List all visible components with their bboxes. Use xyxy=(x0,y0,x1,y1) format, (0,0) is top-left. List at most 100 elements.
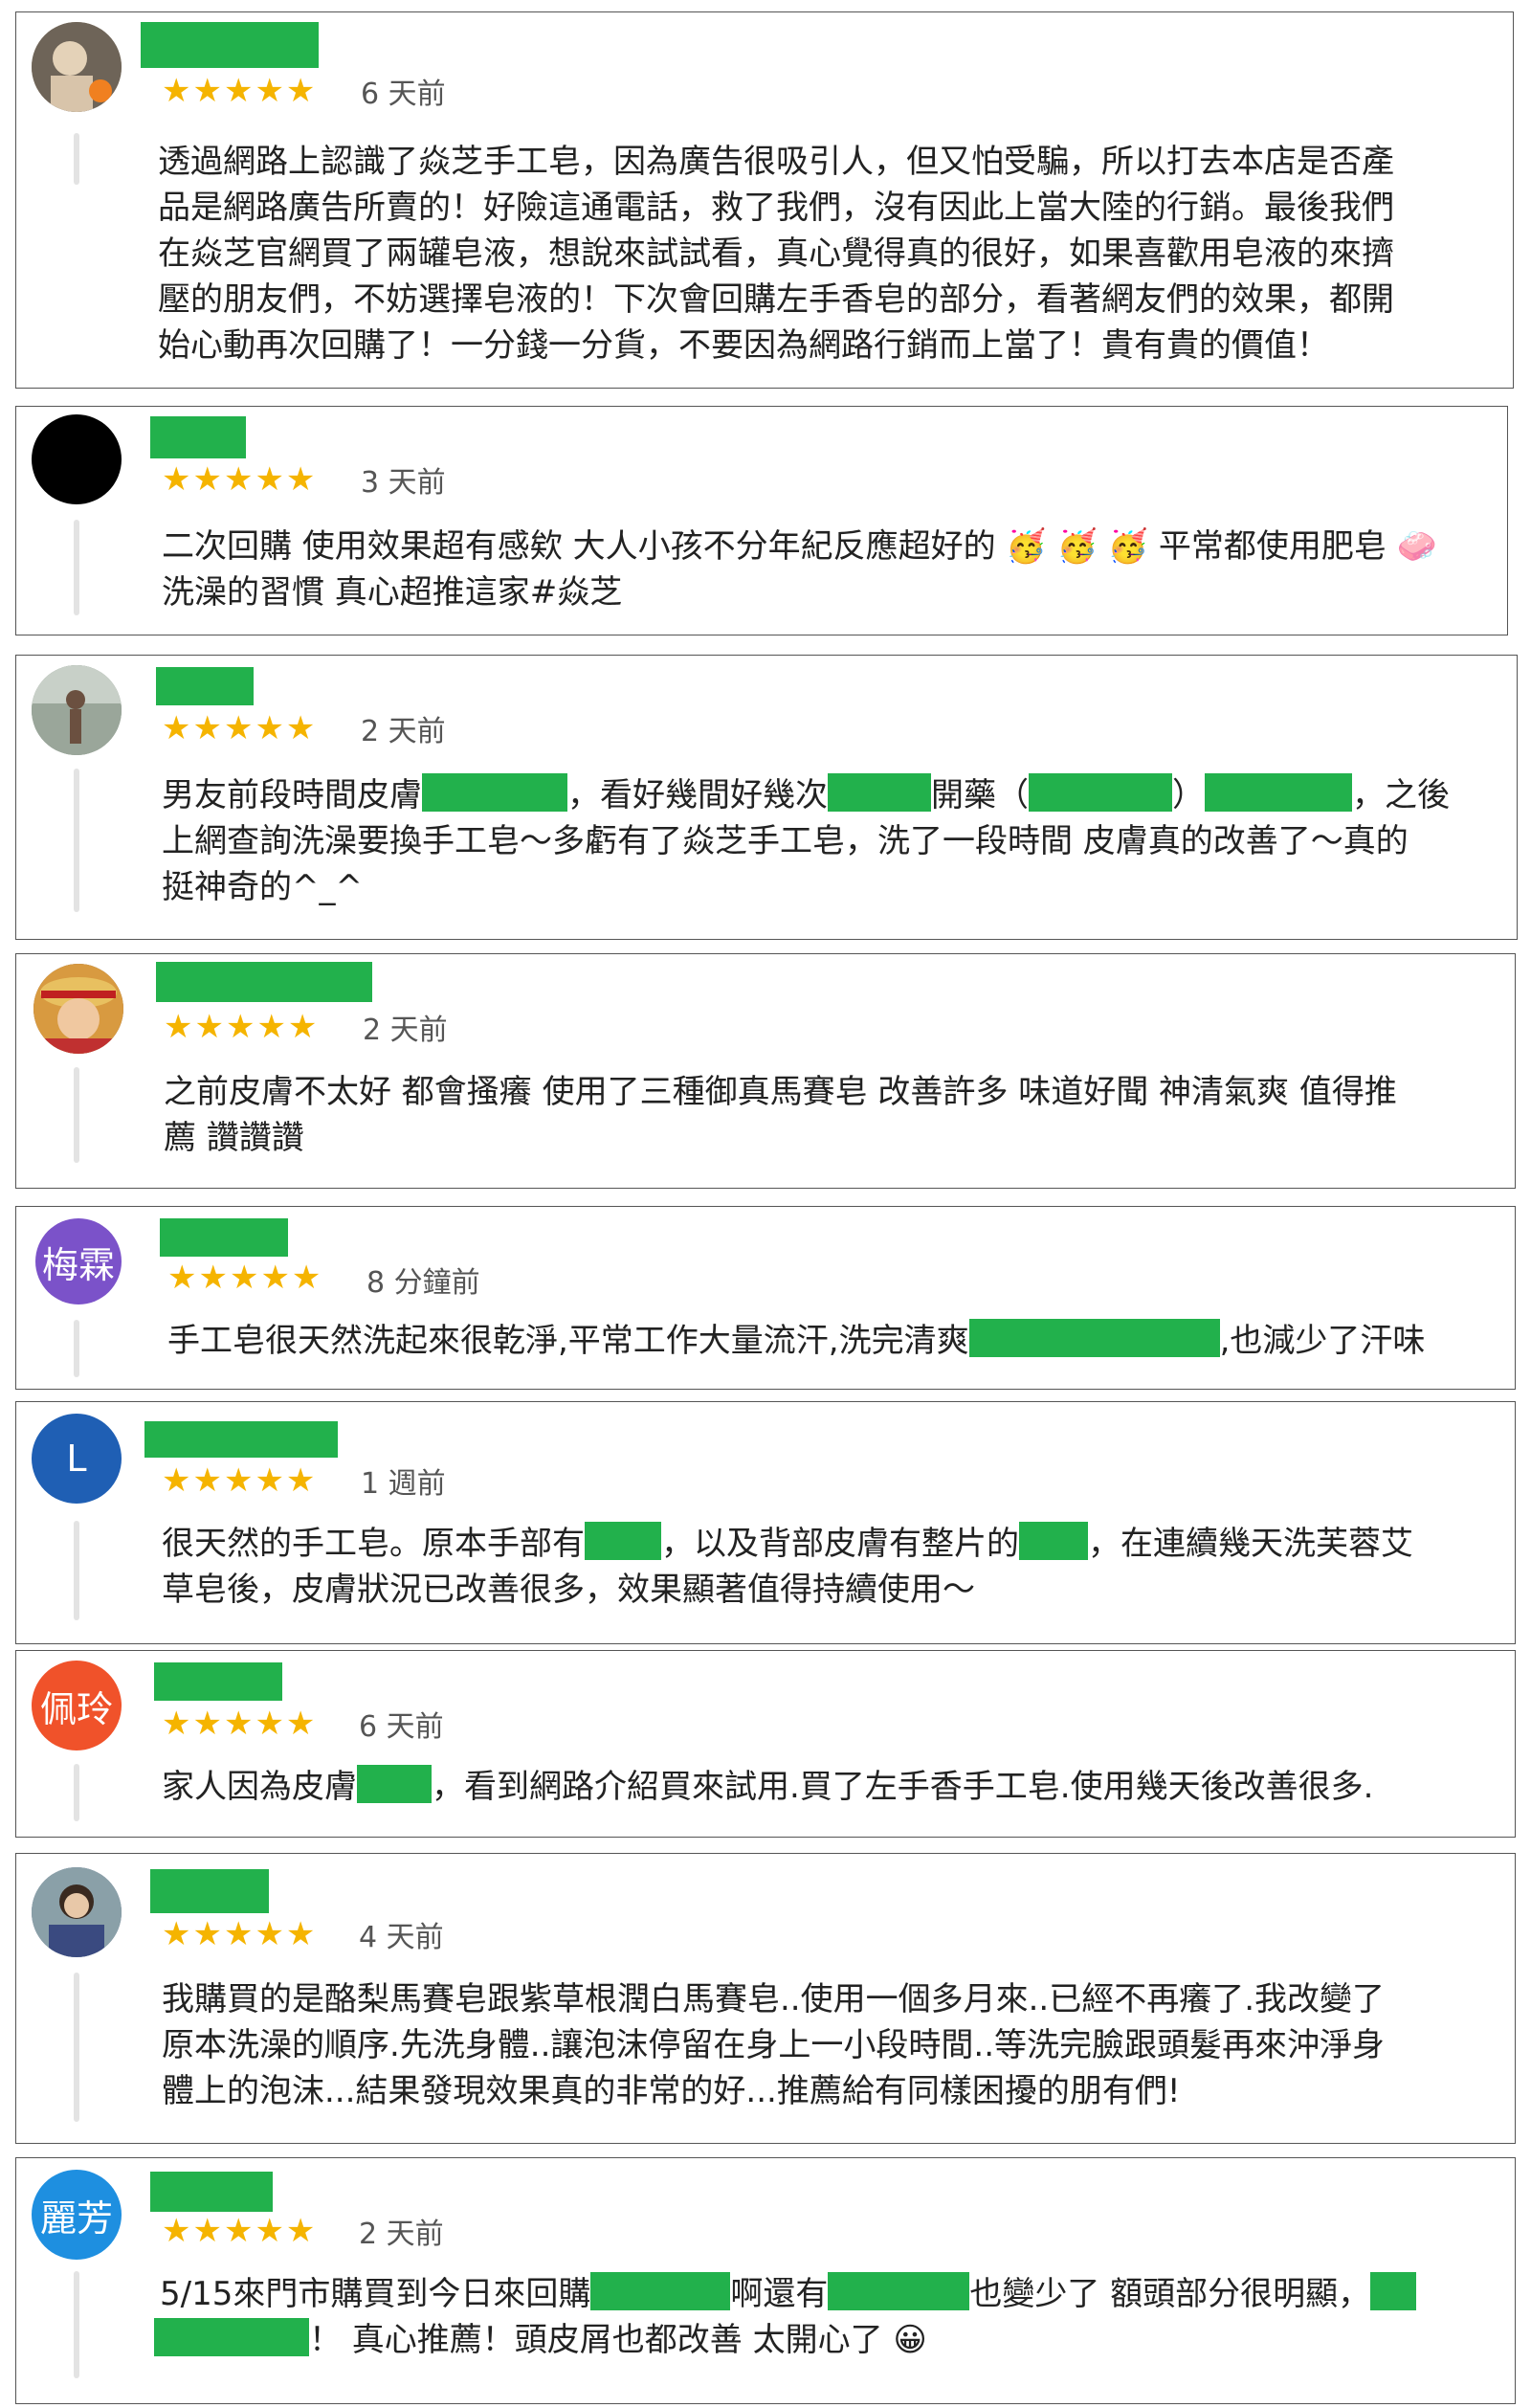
redacted-text xyxy=(1029,773,1172,812)
text-segment: ，以及背部皮膚有整片的 xyxy=(661,1525,1019,1563)
avatar-initials: L xyxy=(66,1438,87,1480)
review-card: ★★★★★ 6 天前 透過網路上認識了焱芝手工皂，因為廣告很吸引人，但又怕受騙，… xyxy=(15,11,1514,389)
review-card: ★★★★★ 2 天前 男友前段時間皮膚 ，看好幾間好幾次 開藥（ ） ，之後 上網查詢洗… xyxy=(15,655,1518,940)
text-line: ！ 真心推薦！頭皮屑也都改善 太開心了 😀 xyxy=(154,2317,1505,2363)
review-card: 佩玲 ★★★★★ 6 天前 家人因為皮膚 ，看到網路介紹買來試用.買了左手香手工皂… xyxy=(15,1650,1516,1838)
review-time: 2 天前 xyxy=(359,2218,444,2251)
thread-line xyxy=(74,769,79,912)
text-line: 上網查詢洗澡要換手工皂～多虧有了焱芝手工皂，洗了一段時間 皮膚真的改善了～真的 xyxy=(162,822,1409,860)
text-segment: ！ 真心推薦！頭皮屑也都改善 太開心了 😀 xyxy=(309,2321,927,2359)
review-text: 二次回購 使用效果超有感欸 大人小孩不分年紀反應超好的 🥳 🥳 🥳 平常都使用肥… xyxy=(162,524,1498,615)
redacted-text xyxy=(422,773,567,812)
review-time: 8 分鐘前 xyxy=(366,1266,480,1300)
text-segment: ，在連續幾天洗芙蓉艾 xyxy=(1088,1525,1413,1563)
thread-line xyxy=(74,1521,79,1620)
thread-line xyxy=(74,1320,79,1377)
review-text: 家人因為皮膚 ，看到網路介紹買來試用.買了左手香手工皂.使用幾天後改善很多. xyxy=(162,1764,1505,1810)
redacted-text xyxy=(154,2318,309,2356)
review-text: 5/15來門市購買到今日來回購 啊還有 也變少了 額頭部分很明顯， ！ 真心推薦！頭… xyxy=(154,2271,1505,2363)
star-rating: ★★★★★ xyxy=(162,460,318,499)
avatar[interactable]: L xyxy=(32,1414,122,1504)
review-text: 我購買的是酪梨馬賽皂跟紫草根潤白馬賽皂..使用一個多月來..已經不再癢了.我改變… xyxy=(162,1976,1505,2114)
redacted-text xyxy=(968,1319,1220,1357)
review-time: 6 天前 xyxy=(361,78,446,111)
text-line: 在焱芝官網買了兩罐皂液，想說來試試看，真心覺得真的很好，如果喜歡用皂液的來擠 xyxy=(158,234,1394,273)
review-card: ★★★★★ 4 天前 我購買的是酪梨馬賽皂跟紫草根潤白馬賽皂..使用一個多月來.… xyxy=(15,1853,1516,2144)
text-line: 洗澡的習慣 真心超推這家#焱芝 xyxy=(162,573,623,612)
review-card: L ★★★★★ 1 週前 很天然的手工皂。原本手部有 ，以及背部皮膚有整片的 ，在連… xyxy=(15,1401,1516,1644)
review-card: ★★★★★ 2 天前 之前皮膚不太好 都會搔癢 使用了三種御真馬賽皂 改善許多 … xyxy=(15,953,1516,1189)
redacted-name xyxy=(160,1218,288,1257)
star-rating: ★★★★★ xyxy=(162,1915,318,1953)
redacted-name xyxy=(150,1869,269,1913)
redacted-name xyxy=(144,1421,338,1458)
redacted-name xyxy=(156,962,372,1002)
text-line: 二次回購 使用效果超有感欸 大人小孩不分年紀反應超好的 🥳 🥳 🥳 平常都使用肥… xyxy=(162,527,1437,566)
text-line: 挺神奇的^_^ xyxy=(162,868,363,906)
star-rating: ★★★★★ xyxy=(162,1705,318,1743)
text-line: 之前皮膚不太好 都會搔癢 使用了三種御真馬賽皂 改善許多 味道好聞 神清氣爽 值… xyxy=(164,1073,1397,1111)
review-text: 手工皂很天然洗起來很乾淨,平常工作大量流汗,洗完清爽 ,也減少了汗味 xyxy=(167,1318,1505,1364)
avatar[interactable]: 梅霖 xyxy=(35,1218,122,1304)
avatar[interactable] xyxy=(33,964,123,1054)
avatar[interactable] xyxy=(32,1867,122,1957)
thread-line xyxy=(74,133,79,185)
redacted-name xyxy=(150,416,246,458)
avatar[interactable]: 麗芳 xyxy=(32,2170,122,2260)
avatar[interactable] xyxy=(32,414,122,504)
star-rating: ★★★★★ xyxy=(162,709,318,747)
review-time: 2 天前 xyxy=(361,715,446,748)
redacted-name xyxy=(150,2172,273,2212)
text-segment: 5/15來門市購買到今日來回購 xyxy=(160,2275,591,2313)
review-card: 麗芳 ★★★★★ 2 天前 5/15來門市購買到今日來回購 啊還有 也變少了 額頭部… xyxy=(15,2157,1516,2404)
text-line: 原本洗澡的順序.先洗身體..讓泡沫停留在身上一小段時間..等洗完臉跟頭髮再來沖淨… xyxy=(162,2026,1386,2064)
thread-line xyxy=(74,520,79,615)
review-text: 很天然的手工皂。原本手部有 ，以及背部皮膚有整片的 ，在連續幾天洗芙蓉艾 草皂後，皮… xyxy=(162,1521,1505,1613)
star-rating: ★★★★★ xyxy=(164,1008,320,1046)
text-segment: 啊還有 xyxy=(730,2275,829,2313)
text-segment: 也變少了 額頭部分很明顯， xyxy=(969,2275,1371,2313)
review-time: 3 天前 xyxy=(361,466,446,500)
review-text: 透過網路上認識了焱芝手工皂，因為廣告很吸引人，但又怕受騙，所以打去本店是否產 品… xyxy=(158,139,1503,368)
avatar[interactable]: 佩玲 xyxy=(32,1661,122,1750)
text-line: 體上的泡沫...結果發現效果真的非常的好...推薦給有同樣困擾的朋有們! xyxy=(162,2072,1181,2110)
redacted-text xyxy=(1370,2272,1417,2310)
text-line: 家人因為皮膚 ，看到網路介紹買來試用.買了左手香手工皂.使用幾天後改善很多. xyxy=(162,1764,1505,1810)
text-line: 薦 讚讚讚 xyxy=(164,1119,304,1157)
avatar-photo-icon xyxy=(32,1867,122,1957)
text-segment: ，之後 xyxy=(1352,776,1450,814)
text-line: 透過網路上認識了焱芝手工皂，因為廣告很吸引人，但又怕受騙，所以打去本店是否產 xyxy=(158,143,1394,181)
avatar-photo-icon xyxy=(32,22,122,112)
text-line: 我購買的是酪梨馬賽皂跟紫草根潤白馬賽皂..使用一個多月來..已經不再癢了.我改變… xyxy=(162,1980,1386,2018)
review-time: 6 天前 xyxy=(359,1710,444,1744)
text-segment: ,也減少了汗味 xyxy=(1219,1322,1426,1360)
text-segment: 家人因為皮膚 xyxy=(162,1768,357,1806)
avatar-initials: 佩玲 xyxy=(39,1687,113,1730)
avatar[interactable] xyxy=(32,665,122,755)
review-text: 之前皮膚不太好 都會搔癢 使用了三種御真馬賽皂 改善許多 味道好聞 神清氣爽 值… xyxy=(164,1069,1505,1161)
text-segment: ） xyxy=(1172,776,1205,814)
text-segment: 開藥（ xyxy=(931,776,1029,814)
review-text: 男友前段時間皮膚 ，看好幾間好幾次 開藥（ ） ，之後 上網查詢洗澡要換手工皂～多虧有了… xyxy=(162,772,1507,910)
star-rating: ★★★★★ xyxy=(167,1259,323,1297)
avatar-photo-icon xyxy=(33,964,123,1054)
avatar[interactable] xyxy=(32,22,122,112)
text-line: 始心動再次回購了！一分錢一分貨，不要因為網路行銷而上當了！貴有貴的價值！ xyxy=(158,326,1329,365)
star-rating: ★★★★★ xyxy=(162,1461,318,1500)
redacted-name xyxy=(154,1662,282,1701)
thread-line xyxy=(74,1067,79,1163)
review-time: 4 天前 xyxy=(359,1921,444,1954)
text-line: 草皂後，皮膚狀況已改善很多，效果顯著值得持續使用～ xyxy=(162,1571,975,1609)
redacted-text xyxy=(1205,773,1352,812)
redacted-text xyxy=(828,2272,970,2310)
text-line: 很天然的手工皂。原本手部有 ，以及背部皮膚有整片的 ，在連續幾天洗芙蓉艾 xyxy=(162,1521,1505,1567)
redacted-text xyxy=(828,773,931,812)
text-line: 5/15來門市購買到今日來回購 啊還有 也變少了 額頭部分很明顯， xyxy=(160,2271,1505,2317)
review-card: ★★★★★ 3 天前 二次回購 使用效果超有感欸 大人小孩不分年紀反應超好的 🥳… xyxy=(15,406,1508,635)
redacted-text xyxy=(357,1765,432,1803)
redacted-name xyxy=(156,667,254,705)
redacted-name xyxy=(141,22,319,68)
redacted-text xyxy=(1019,1522,1088,1560)
text-line: 品是網路廣告所賣的！好險這通電話，救了我們，沒有因此上當大陸的行銷。最後我們 xyxy=(158,189,1394,227)
text-line: 手工皂很天然洗起來很乾淨,平常工作大量流汗,洗完清爽 ,也減少了汗味 xyxy=(167,1318,1505,1364)
